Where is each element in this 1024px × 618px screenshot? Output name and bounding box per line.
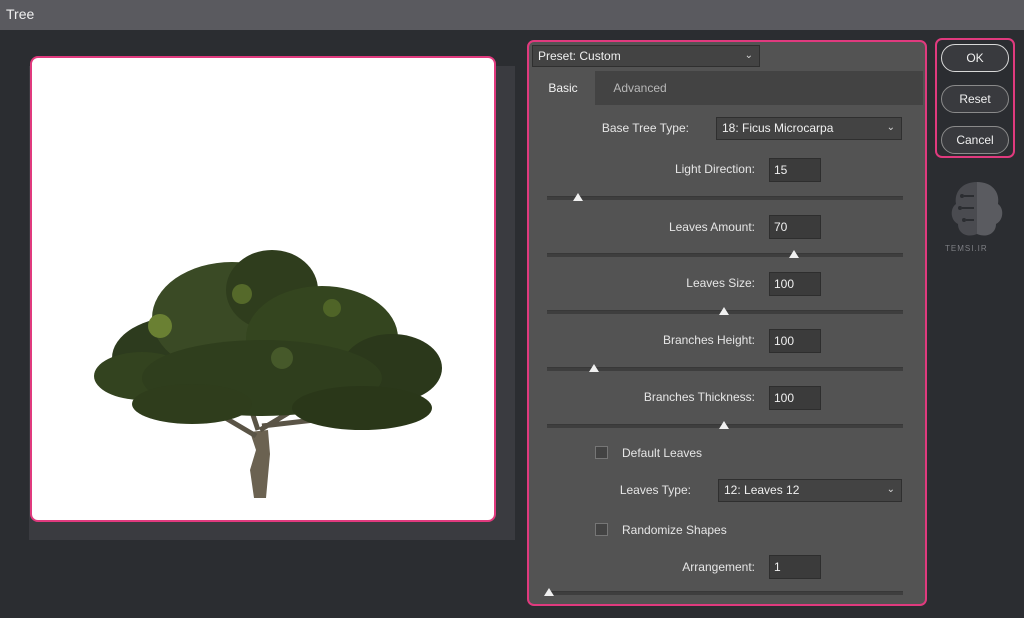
chevron-down-icon: ⌄ xyxy=(744,50,753,61)
branches-thickness-input[interactable]: 100 xyxy=(769,386,821,410)
leaves-amount-label: Leaves Amount: xyxy=(668,220,755,234)
branches-thickness-label: Branches Thickness: xyxy=(643,390,755,404)
leaves-type-value: 12: Leaves 12 xyxy=(724,483,800,497)
light-direction-label: Light Direction: xyxy=(674,162,755,176)
preset-label: Preset: Custom xyxy=(538,49,621,63)
arrangement-input[interactable]: 1 xyxy=(769,555,821,579)
window-title: Tree xyxy=(0,0,1024,30)
leaves-type-dropdown[interactable]: 12: Leaves 12 ⌄ xyxy=(718,479,902,502)
light-direction-thumb[interactable] xyxy=(573,193,583,201)
arrangement-label: Arrangement: xyxy=(682,560,755,574)
ok-button[interactable]: OK xyxy=(941,44,1009,72)
tab-bar: Basic Advanced xyxy=(531,71,923,105)
leaves-amount-input[interactable]: 70 xyxy=(769,215,821,239)
chevron-down-icon: ⌄ xyxy=(886,484,895,495)
leaves-amount-thumb[interactable] xyxy=(789,250,799,258)
randomize-shapes-label: Randomize Shapes xyxy=(622,523,727,537)
reset-button[interactable]: Reset xyxy=(941,85,1009,113)
leaves-size-thumb[interactable] xyxy=(719,307,729,315)
arrangement-slider[interactable] xyxy=(547,591,903,595)
tab-advanced[interactable]: Advanced xyxy=(595,71,685,105)
preset-dropdown[interactable]: Preset: Custom ⌄ xyxy=(532,45,760,67)
tree-illustration xyxy=(94,250,442,498)
base-tree-type-label: Base Tree Type: xyxy=(601,121,689,135)
branches-height-thumb[interactable] xyxy=(589,364,599,372)
chevron-down-icon: ⌄ xyxy=(886,122,895,133)
branches-thickness-thumb[interactable] xyxy=(719,421,729,429)
leaves-size-label: Leaves Size: xyxy=(686,276,755,290)
leaves-size-input[interactable]: 100 xyxy=(769,272,821,296)
tab-basic[interactable]: Basic xyxy=(531,71,595,105)
default-leaves-checkbox[interactable] xyxy=(595,446,608,459)
base-tree-type-value: 18: Ficus Microcarpa xyxy=(722,121,834,135)
light-direction-slider[interactable] xyxy=(547,196,903,200)
arrangement-thumb[interactable] xyxy=(544,588,554,596)
branches-height-input[interactable]: 100 xyxy=(769,329,821,353)
tree-preview xyxy=(30,56,496,522)
leaves-amount-slider[interactable] xyxy=(547,253,903,257)
randomize-shapes-checkbox[interactable] xyxy=(595,523,608,536)
base-tree-type-dropdown[interactable]: 18: Ficus Microcarpa ⌄ xyxy=(716,117,902,140)
branches-height-slider[interactable] xyxy=(547,367,903,371)
default-leaves-label: Default Leaves xyxy=(622,446,703,460)
light-direction-input[interactable]: 15 xyxy=(769,158,821,182)
branches-height-label: Branches Height: xyxy=(662,333,755,347)
leaves-type-label: Leaves Type: xyxy=(619,483,691,497)
dialog-buttons: OK Reset Cancel xyxy=(935,38,1015,158)
tree-options-panel: Preset: Custom ⌄ Basic Advanced Base Tre… xyxy=(527,40,927,606)
cancel-button[interactable]: Cancel xyxy=(941,126,1009,154)
watermark-text: TEMSI.IR xyxy=(945,244,988,253)
